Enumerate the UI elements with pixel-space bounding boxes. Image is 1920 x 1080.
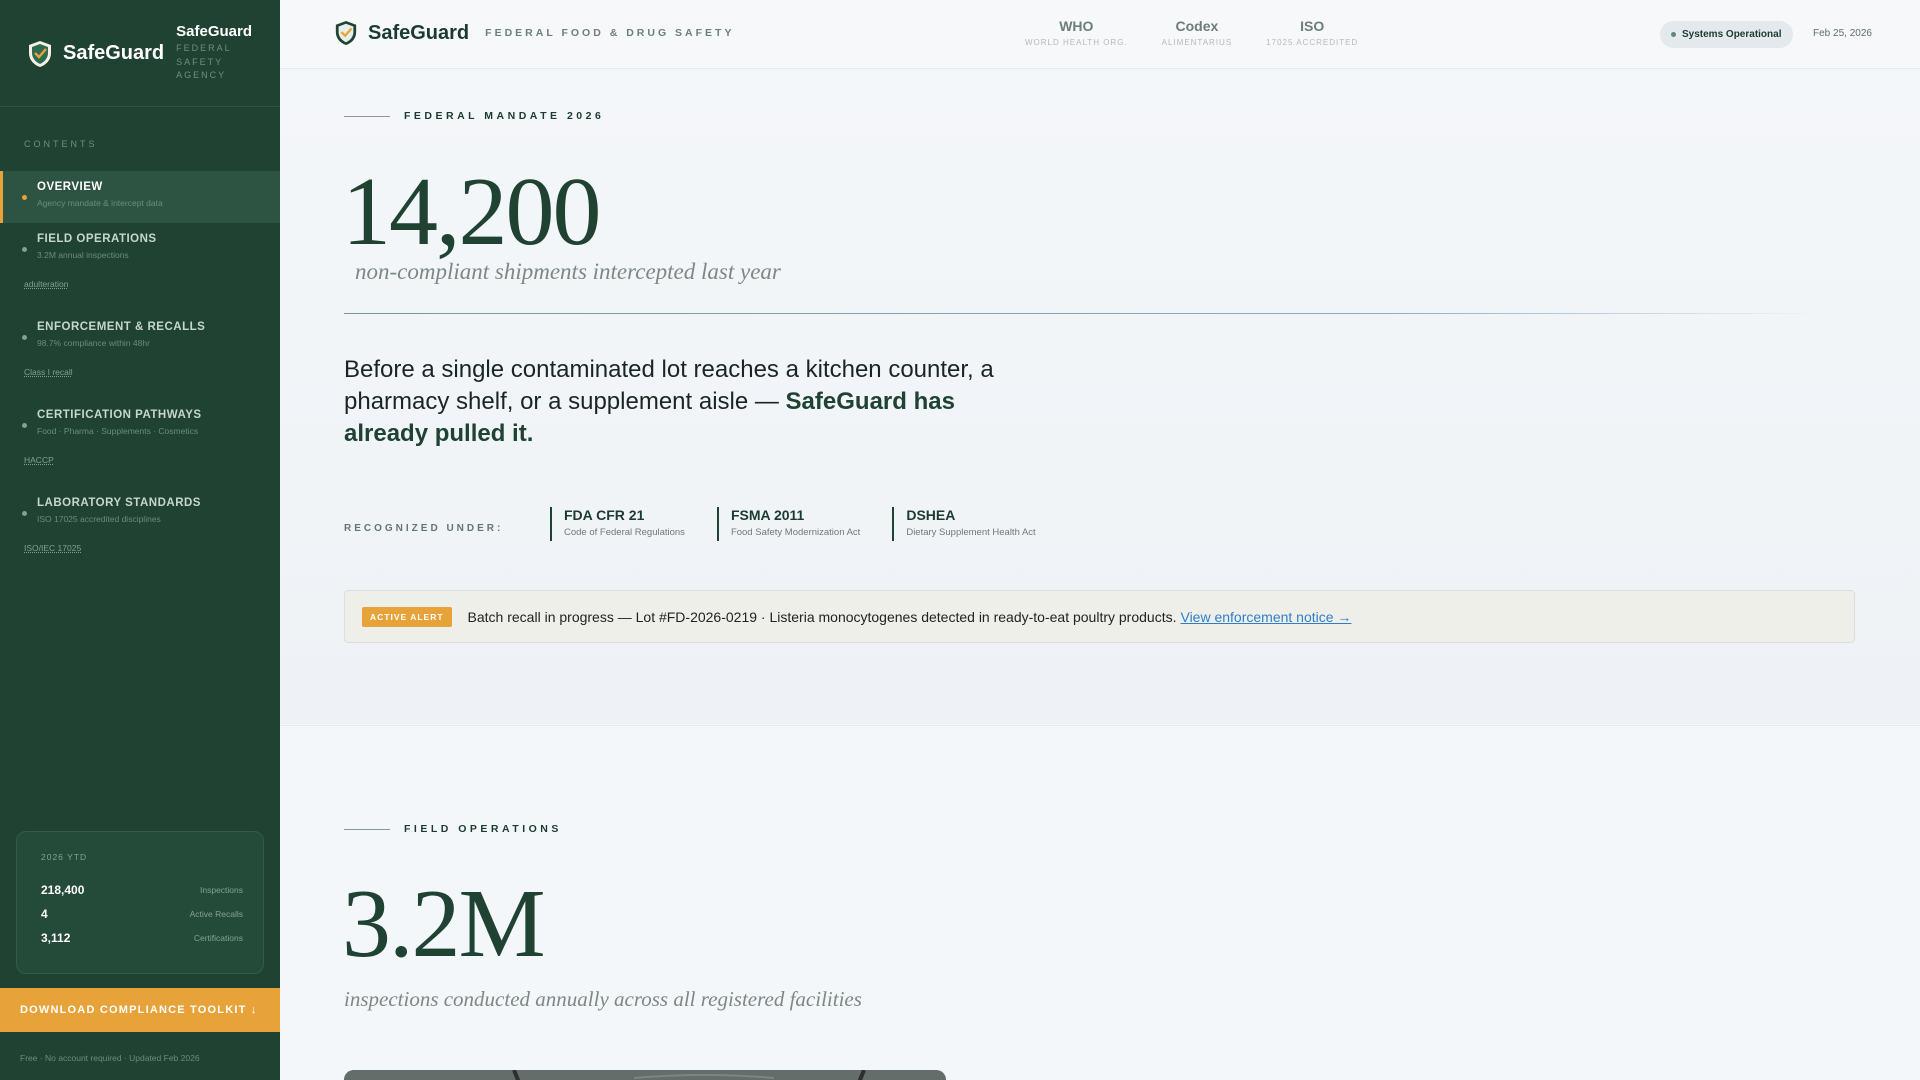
org-sub: 17025 ACCREDITED bbox=[1266, 38, 1359, 47]
sidebar-item-enforcement[interactable]: ENFORCEMENT & RECALLS 98.7% compliance w… bbox=[0, 311, 280, 363]
label-rule bbox=[344, 115, 390, 117]
alert-badge: ACTIVE ALERT bbox=[362, 606, 452, 627]
status-dot-icon bbox=[1671, 32, 1676, 37]
org-badge-who: WHO WORLD HEALTH ORG. bbox=[1025, 18, 1128, 47]
sidebar-item-sub: ISO 17025 accredited disciplines bbox=[37, 514, 161, 524]
download-toolkit-button[interactable]: DOWNLOAD COMPLIANCE TOOLKIT ↓ bbox=[0, 988, 280, 1032]
sidebar-item-overview[interactable]: OVERVIEW Agency mandate & intercept data bbox=[0, 171, 280, 223]
active-alert-banner: ACTIVE ALERT Batch recall in progress — … bbox=[344, 590, 1855, 643]
section-label-text: FIELD OPERATIONS bbox=[404, 823, 562, 835]
regulation-desc: Code of Federal Regulations bbox=[564, 527, 685, 538]
sidebar-brand[interactable]: SafeGuard SafeGuard Federal Safety Agenc… bbox=[0, 0, 280, 107]
recognized-under: RECOGNIZED UNDER: FDA CFR 21 Code of Fed… bbox=[344, 507, 1068, 541]
topbar-tagline: FEDERAL FOOD & DRUG SAFETY bbox=[485, 27, 735, 39]
label-rule bbox=[344, 828, 390, 830]
org-badges: WHO WORLD HEALTH ORG. Codex ALIMENTARIUS… bbox=[1025, 18, 1392, 47]
topbar-brand[interactable]: SafeGuard FEDERAL FOOD & DRUG SAFETY bbox=[334, 20, 734, 46]
status-text: Systems Operational bbox=[1682, 29, 1782, 40]
regulation-dshea: DSHEA Dietary Supplement Health Act bbox=[892, 507, 1036, 541]
stats-year-label: 2026 YTD bbox=[41, 852, 88, 862]
sidebar-item-label: CERTIFICATION PATHWAYS bbox=[37, 409, 202, 421]
topbar-brand-name: SafeGuard bbox=[368, 21, 470, 44]
sidebar-item-field-operations[interactable]: FIELD OPERATIONS 3.2M annual inspections bbox=[0, 223, 280, 275]
divider bbox=[344, 313, 1824, 314]
sidebar-brand-block: SafeGuard Federal Safety Agency bbox=[176, 23, 252, 83]
section-label-text: FEDERAL MANDATE 2026 bbox=[404, 110, 605, 122]
glossary-tag-haccp[interactable]: HACCP bbox=[0, 451, 280, 487]
sidebar-brand-subtitle: Federal Safety Agency bbox=[176, 43, 232, 80]
bullet-icon bbox=[22, 335, 27, 340]
section-label: FEDERAL MANDATE 2026 bbox=[344, 110, 604, 122]
regulation-desc: Food Safety Modernization Act bbox=[730, 527, 861, 538]
field-photo-graphic bbox=[344, 1070, 946, 1080]
glossary-tag-class-i-recall[interactable]: Class I recall bbox=[0, 363, 280, 399]
top-bar: SafeGuard FEDERAL FOOD & DRUG SAFETY WHO… bbox=[280, 0, 1920, 69]
intercept-caption: non-compliant shipments intercepted last… bbox=[355, 259, 781, 284]
org-name: Codex bbox=[1175, 18, 1219, 34]
bullet-icon bbox=[22, 423, 27, 428]
bullet-icon bbox=[22, 195, 27, 200]
sidebar-item-label: OVERVIEW bbox=[37, 181, 103, 193]
regulation-name: FSMA 2011 bbox=[730, 507, 805, 523]
stats-value: 3,112 bbox=[41, 931, 71, 945]
recognized-label: RECOGNIZED UNDER: bbox=[344, 523, 504, 534]
field-operations-section: FIELD OPERATIONS 3.2M inspections conduc… bbox=[280, 725, 1920, 1080]
sidebar-item-sub: 98.7% compliance within 48hr bbox=[37, 338, 150, 348]
org-name: WHO bbox=[1059, 18, 1094, 34]
sidebar-item-certification[interactable]: CERTIFICATION PATHWAYS Food · Pharma · S… bbox=[0, 399, 280, 451]
stats-label: Inspections bbox=[200, 885, 243, 895]
stats-label: Certifications bbox=[193, 933, 243, 943]
section-label: FIELD OPERATIONS bbox=[344, 823, 562, 835]
shield-logo-icon bbox=[29, 41, 51, 67]
arrow-down-icon: ↓ bbox=[250, 1004, 258, 1016]
status-badge: Systems Operational bbox=[1660, 21, 1794, 48]
sidebar-item-sub: Agency mandate & intercept data bbox=[37, 198, 163, 208]
regulation-desc: Dietary Supplement Health Act bbox=[906, 527, 1036, 538]
stats-label: Active Recalls bbox=[189, 909, 243, 919]
glossary-tag-adulteration[interactable]: adulteration bbox=[0, 275, 280, 311]
sidebar-item-label: FIELD OPERATIONS bbox=[37, 233, 157, 245]
sidebar-item-sub: 3.2M annual inspections bbox=[37, 250, 129, 260]
download-footnote: Free · No account required · Updated Feb… bbox=[20, 1053, 200, 1063]
field-photo bbox=[344, 1070, 946, 1080]
lead-statement: Before a single contaminated lot reaches… bbox=[344, 354, 1044, 450]
sidebar-brand-title: SafeGuard bbox=[176, 23, 253, 40]
bullet-icon bbox=[22, 511, 27, 516]
stats-row: 218,400 Inspections bbox=[41, 878, 243, 902]
sidebar-nav: OVERVIEW Agency mandate & intercept data… bbox=[0, 171, 280, 575]
sidebar-item-label: ENFORCEMENT & RECALLS bbox=[37, 321, 206, 333]
sidebar-item-sub: Food · Pharma · Supplements · Cosmetics bbox=[37, 426, 199, 436]
intercept-count: 14,200 bbox=[342, 158, 601, 266]
bullet-icon bbox=[22, 247, 27, 252]
org-sub: WORLD HEALTH ORG. bbox=[1025, 38, 1128, 47]
stats-value: 4 bbox=[41, 907, 48, 921]
inspection-caption: inspections conducted annually across al… bbox=[344, 987, 862, 1011]
stats-row: 3,112 Certifications bbox=[41, 926, 243, 950]
org-name: ISO bbox=[1300, 18, 1325, 34]
sidebar-item-laboratory[interactable]: LABORATORY STANDARDS ISO 17025 accredite… bbox=[0, 487, 280, 539]
alert-message: Batch recall in progress — Lot #FD-2026-… bbox=[467, 608, 1177, 625]
org-badge-codex: Codex ALIMENTARIUS bbox=[1162, 18, 1233, 47]
regulation-name: DSHEA bbox=[906, 507, 956, 523]
stats-value: 218,400 bbox=[41, 883, 85, 897]
regulation-name: FDA CFR 21 bbox=[564, 507, 645, 523]
glossary-tag-iso-17025[interactable]: ISO/IEC 17025 bbox=[0, 539, 280, 575]
ytd-stats-card: 2026 YTD 218,400 Inspections 4 Active Re… bbox=[16, 831, 264, 974]
download-label: DOWNLOAD COMPLIANCE TOOLKIT bbox=[20, 1004, 247, 1016]
topbar-date: Feb 25, 2026 bbox=[1813, 28, 1872, 39]
sidebar: SafeGuard SafeGuard Federal Safety Agenc… bbox=[0, 0, 280, 1080]
org-sub: ALIMENTARIUS bbox=[1161, 38, 1233, 47]
enforcement-notice-link[interactable]: View enforcement notice → bbox=[1180, 609, 1351, 625]
inspection-count: 3.2M bbox=[342, 870, 546, 978]
regulation-fsma-2011: FSMA 2011 Food Safety Modernization Act bbox=[716, 507, 861, 541]
sidebar-brand-name: SafeGuard bbox=[63, 42, 165, 64]
shield-logo-icon bbox=[335, 21, 357, 45]
stats-row: 4 Active Recalls bbox=[41, 902, 243, 926]
regulation-fda-cfr-21: FDA CFR 21 Code of Federal Regulations bbox=[550, 507, 685, 541]
sidebar-item-label: LABORATORY STANDARDS bbox=[37, 497, 201, 509]
org-badge-iso: ISO 17025 ACCREDITED bbox=[1266, 18, 1358, 47]
overview-section: FEDERAL MANDATE 2026 14,200 non-complian… bbox=[280, 70, 1920, 724]
